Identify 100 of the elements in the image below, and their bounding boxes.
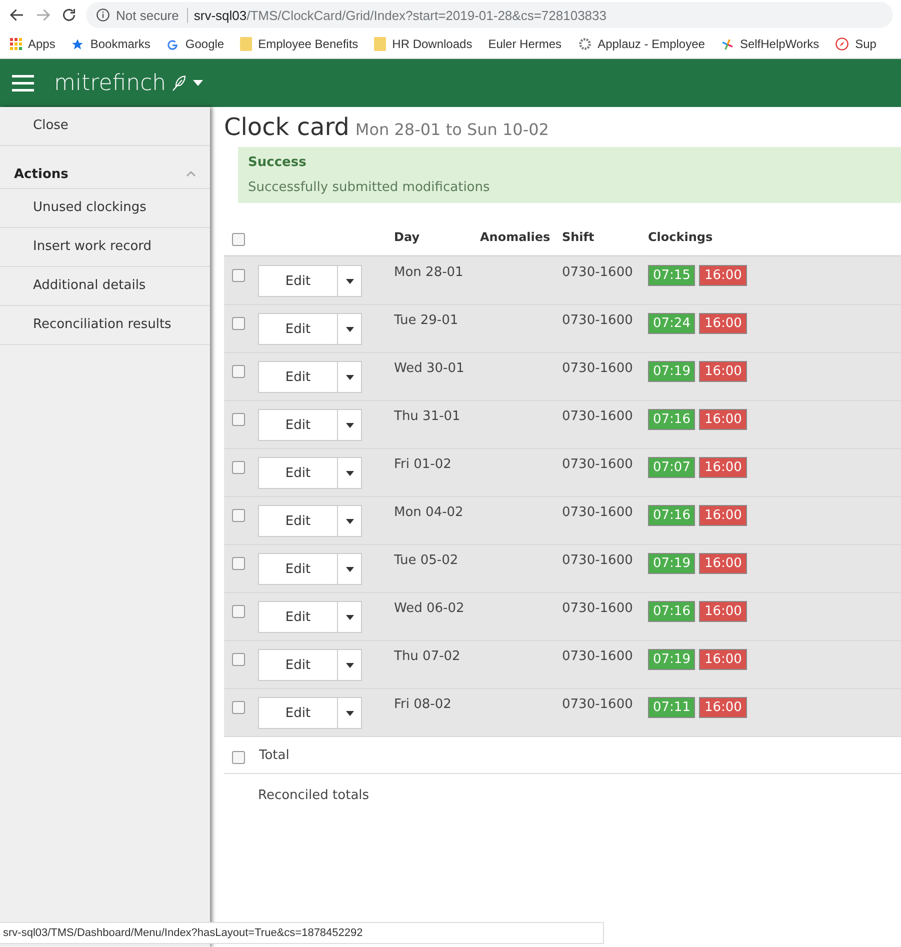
clock-out-tag: 16:00 [699,457,747,478]
day-cell-text: Thu 31-01 [394,409,462,424]
day-cell-text: Thu 07-02 [394,649,462,664]
bookmark-link[interactable]: Google [166,37,224,51]
row-checkbox[interactable] [232,461,245,474]
row-checkbox[interactable] [232,413,245,426]
brand-name[interactable]: mitrefinch [54,70,166,96]
reconciled-totals-label: Reconciled totals [258,788,370,803]
clock-in-tag: 07:19 [648,361,696,382]
day-cell-text: Wed 06-02 [394,601,466,616]
clock-in-tag: 07:19 [648,649,696,670]
address-bar[interactable]: Not secure srv-sql03/TMS/ClockCard/Grid/Index?start=2019-01-28&cs=728103833 [86,2,893,28]
edit-button[interactable]: Edit [258,649,338,681]
status-bar: srv-sql03/TMS/Dashboard/Menu/Index?hasLayout=True&cs=1878452292 [0,922,604,944]
dropdown-button[interactable] [338,457,362,489]
sidebar-item[interactable]: Unused clockings [0,189,210,228]
bookmark-link[interactable]: SelfHelpWorks [720,37,820,51]
clock-out-tag: 16:00 [699,553,747,574]
bookmark-link[interactable]: Employee Benefits [240,37,358,51]
caret-icon[interactable] [192,79,204,87]
clock-out-tag: 16:00 [699,505,747,526]
bookmark-link[interactable]: Applauz - Employee [578,37,705,51]
url-path: /TMS/ClockCard/Grid/Index?start=2019-01-28&cs=728103833 [246,8,606,22]
section-title: Actions [14,166,68,182]
row-checkbox[interactable] [232,653,245,666]
dropdown-button[interactable] [338,361,362,393]
close-link[interactable]: Close [0,107,210,146]
shift-cell-text: 0730-1600 [562,457,634,472]
total-label: Total [259,748,290,762]
clock-out-tag: 16:00 [699,361,747,382]
shift-cell-text: 0730-1600 [562,697,634,712]
day-cell-text: Fri 08-02 [394,697,452,712]
clock-in-tag: 07:11 [648,697,696,718]
day-cell-text: Mon 04-02 [394,505,464,520]
row-checkbox[interactable] [232,365,245,378]
folder-icon [374,37,386,51]
total-checkbox[interactable] [232,750,245,764]
caret-icon [346,566,354,572]
day-cell-text: Wed 30-01 [394,361,466,376]
edit-button[interactable]: Edit [258,505,338,537]
edit-button[interactable]: Edit [258,313,338,345]
sidebar-item[interactable]: Additional details [0,267,210,306]
dropdown-button[interactable] [338,313,362,345]
menu-icon[interactable] [12,74,34,92]
day-cell-text: Tue 05-02 [394,553,460,568]
google-logo-icon [166,38,180,50]
sidebar-item[interactable]: Insert work record [0,228,210,267]
day-cell-text: Tue 29-01 [394,313,460,328]
edit-button[interactable]: Edit [258,601,338,633]
caret-icon [346,422,354,428]
bookmark-link[interactable]: Apps [10,37,56,51]
shift-cell-text: 0730-1600 [562,409,634,424]
edit-button[interactable]: Edit [258,361,338,393]
dropdown-button[interactable] [338,553,362,585]
clock-in-tag: 07:16 [648,409,696,430]
row-checkbox[interactable] [232,317,245,330]
caret-icon [346,278,354,284]
bookmark-link[interactable]: HR Downloads [374,37,472,51]
bookmark-link[interactable]: Euler Hermes [488,37,562,51]
row-checkbox[interactable] [232,557,245,570]
clock-in-tag: 07:24 [648,313,696,334]
edit-button[interactable]: Edit [258,697,338,729]
page-title: Clock card Mon 28-01 to Sun 10-02 [224,113,550,141]
compass-icon [835,37,850,51]
dropdown-button[interactable] [338,649,362,681]
edit-button[interactable]: Edit [258,457,338,489]
dropdown-button[interactable] [338,505,362,537]
dropdown-button[interactable] [338,409,362,441]
row-checkbox[interactable] [232,605,245,618]
star-icon [71,38,84,50]
bookmark-link[interactable]: Sup [835,37,876,51]
edit-button[interactable]: Edit [258,265,338,297]
clock-out-tag: 16:00 [699,697,747,718]
dropdown-button[interactable] [338,601,362,633]
row-checkbox[interactable] [232,509,245,522]
row-checkbox[interactable] [232,701,245,714]
clock-in-tag: 07:15 [648,265,696,286]
caret-icon [346,614,354,620]
edit-button[interactable]: Edit [258,409,338,441]
clock-out-tag: 16:00 [699,649,747,670]
row-checkbox[interactable] [232,269,245,282]
actions-header[interactable]: Actions [0,160,210,189]
clock-out-tag: 16:00 [699,313,747,334]
column-header: Clockings [648,230,714,244]
edit-button[interactable]: Edit [258,553,338,585]
caret-icon [346,710,354,716]
clock-in-tag: 07:16 [648,505,696,526]
sidebar-item[interactable]: Reconciliation results [0,306,210,345]
dropdown-button[interactable] [338,697,362,729]
dropdown-button[interactable] [338,265,362,297]
clock-in-tag: 07:19 [648,553,696,574]
select-all-checkbox[interactable] [232,232,245,246]
reload-icon[interactable] [60,6,78,24]
shift-cell-text: 0730-1600 [562,553,634,568]
bookmark-link[interactable]: Bookmarks [71,37,150,51]
clock-in-tag: 07:07 [648,457,696,478]
apps-grid-icon [10,38,22,50]
shift-cell-text: 0730-1600 [562,265,634,280]
alert-message: Successfully submitted modifications [248,180,491,195]
feather-icon [170,74,188,92]
